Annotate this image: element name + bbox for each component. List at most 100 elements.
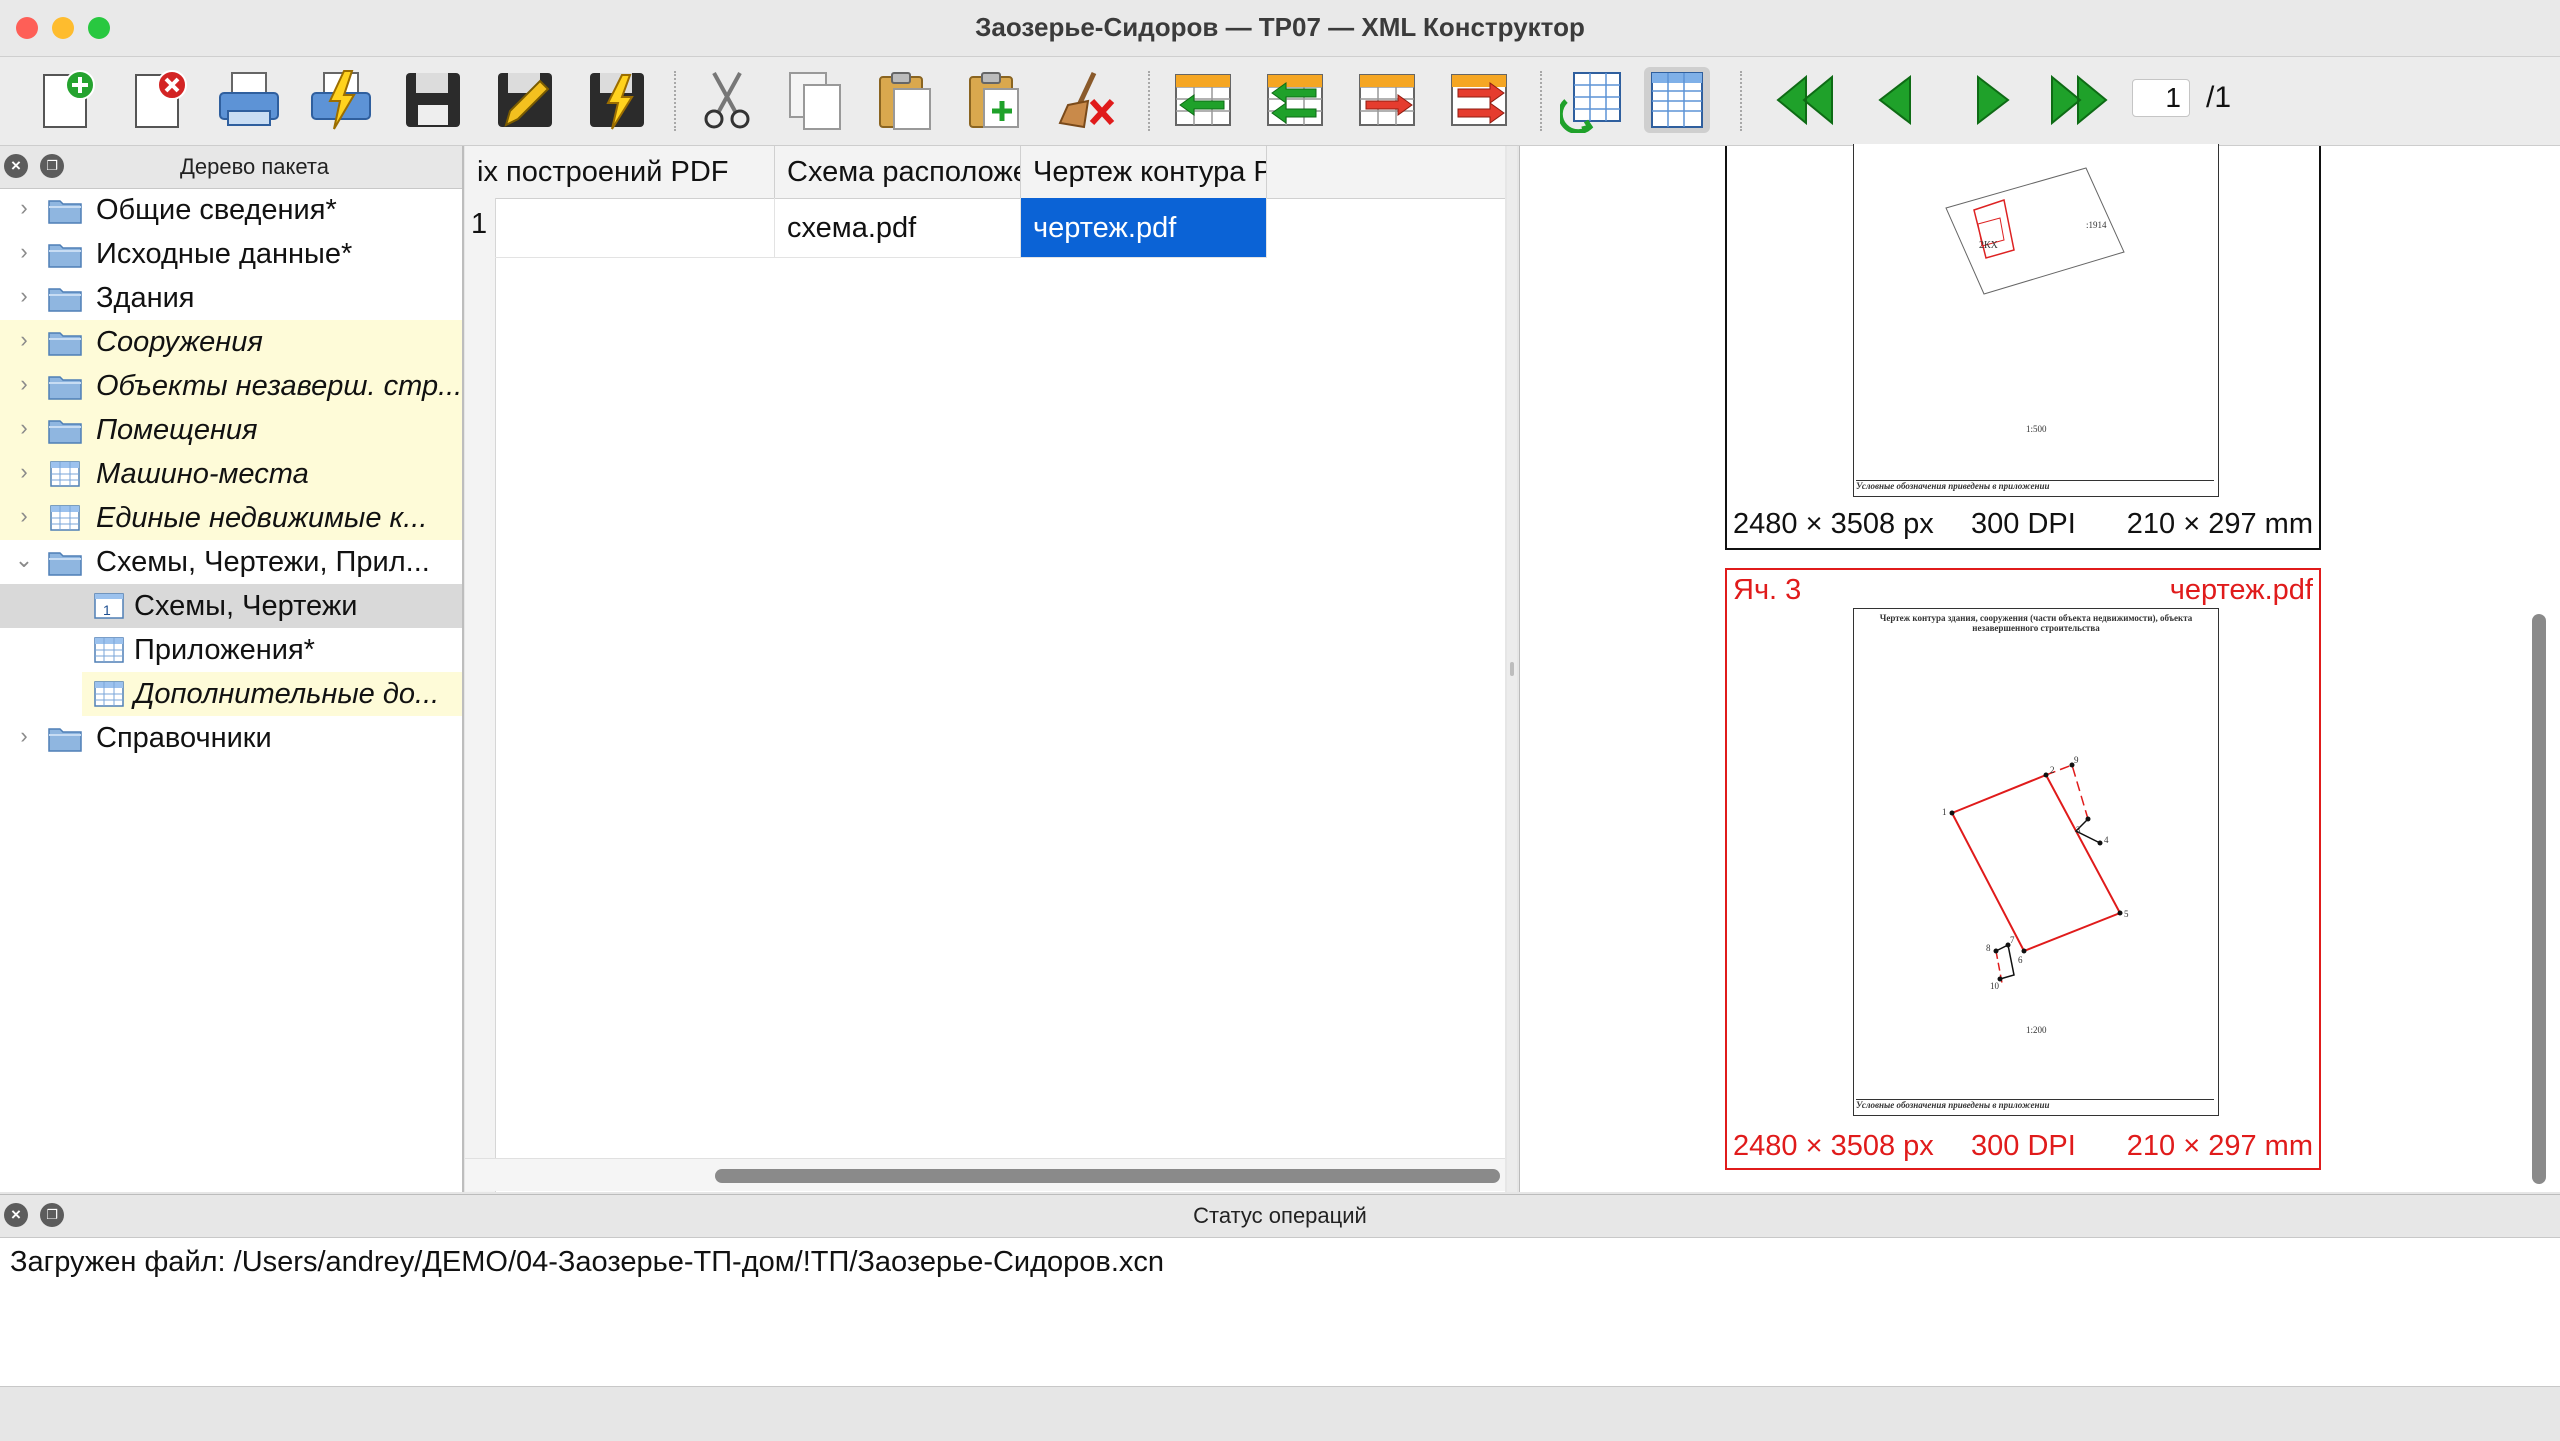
panel-splitter[interactable]: [1507, 146, 1517, 1192]
insert-row-after-button[interactable]: [1262, 67, 1328, 133]
move-row-button[interactable]: [1354, 67, 1420, 133]
svg-text:1: 1: [103, 602, 111, 618]
quick-print-button[interactable]: [308, 67, 374, 133]
table-view-button[interactable]: [1644, 67, 1710, 133]
cell-label: Яч. 3: [1733, 574, 1802, 606]
right-arrow-icon: [1977, 74, 2010, 126]
column-header-contour-drawing-pdf[interactable]: Чертеж контура PDF: [1021, 146, 1267, 198]
print-button[interactable]: [216, 67, 282, 133]
chevron-right-icon[interactable]: ›: [12, 724, 36, 748]
tree-item[interactable]: › Единые недвижимые к...: [0, 496, 462, 540]
tree-item[interactable]: 1 Схемы, Чертежи: [0, 584, 462, 628]
horizontal-scrollbar[interactable]: [465, 1158, 1505, 1191]
tree-item[interactable]: › Сооружения: [0, 320, 462, 364]
tree-item[interactable]: Дополнительные до...: [82, 672, 462, 716]
first-page-button[interactable]: [1772, 67, 1838, 133]
table-cell[interactable]: [495, 198, 775, 258]
new-document-icon: [43, 70, 95, 128]
folder-icon: [48, 724, 82, 752]
tree-item[interactable]: › Помещения: [0, 408, 462, 452]
scheme-size-mm: 210 × 297 mm: [2126, 508, 2313, 540]
save-as-button[interactable]: [492, 67, 558, 133]
table-grid-icon: [1651, 72, 1703, 128]
floppy-lightning-icon: [590, 73, 644, 130]
folder-icon: [48, 240, 82, 268]
numbered-table-icon: 1: [92, 592, 126, 620]
chevron-right-icon[interactable]: ›: [12, 196, 36, 220]
toolbar-separator: [674, 71, 678, 131]
table-cell[interactable]: схема.pdf: [775, 198, 1021, 258]
point-label: 5: [2124, 909, 2129, 919]
tree-item-label: Схемы, Чертежи: [134, 590, 358, 622]
window-title: Заозерье-Сидоров — ТР07 — XML Конструкто…: [975, 12, 1585, 42]
folder-icon: [48, 196, 82, 224]
insert-row-before-button[interactable]: [1170, 67, 1236, 133]
double-right-arrow-icon: [2051, 74, 2108, 126]
refresh-table-button[interactable]: [1560, 67, 1626, 133]
column-header-constructions-pdf[interactable]: іх построений PDF: [465, 146, 775, 198]
chevron-right-icon[interactable]: ›: [12, 240, 36, 264]
table-cell-selected[interactable]: чертеж.pdf: [1021, 198, 1267, 258]
delete-row-button[interactable]: [1446, 67, 1512, 133]
drawing-size-px: 2480 × 3508 px: [1733, 1130, 1934, 1162]
chevron-right-icon[interactable]: ›: [12, 372, 36, 396]
printer-icon: [219, 72, 279, 126]
float-panel-icon[interactable]: ❐: [40, 154, 64, 178]
cut-button[interactable]: [694, 67, 760, 133]
tree-item[interactable]: › Общие сведения*: [0, 188, 462, 232]
tree-item[interactable]: ⌄ Схемы, Чертежи, Прил...: [0, 540, 462, 584]
table-icon: [92, 636, 126, 664]
file-label: чертеж.pdf: [2169, 574, 2313, 606]
tree-item[interactable]: › Исходные данные*: [0, 232, 462, 276]
status-message: Загружен файл: /Users/andrey/ДЕМО/04-Зао…: [10, 1246, 1165, 1278]
table-icon: [48, 504, 82, 532]
package-tree-panel: × ❐ Дерево пакета › Общие сведения* › Исход…: [0, 146, 464, 1192]
point-label: 3: [2076, 825, 2081, 835]
page-number-input[interactable]: 1: [2132, 79, 2190, 117]
horizontal-scrollbar-thumb[interactable]: [715, 1169, 1500, 1183]
tree-item[interactable]: › Объекты незаверш. стр...: [0, 364, 462, 408]
row-number[interactable]: 1: [471, 208, 487, 241]
chevron-right-icon[interactable]: ›: [12, 416, 36, 440]
tree-item[interactable]: Приложения*: [0, 628, 462, 672]
last-page-button[interactable]: [2046, 67, 2112, 133]
chevron-right-icon[interactable]: ›: [12, 284, 36, 308]
tree-item-label: Исходные данные*: [96, 238, 353, 270]
status-header: × ❐ Статус операций: [0, 1194, 2560, 1238]
folder-icon: [48, 328, 82, 356]
table-icon: [48, 460, 82, 488]
chevron-right-icon[interactable]: ›: [12, 328, 36, 352]
copy-button[interactable]: [782, 67, 848, 133]
tree-item[interactable]: › Справочники: [0, 716, 462, 760]
status-title: Статус операций: [1193, 1203, 1367, 1228]
tree-item-label: Единые недвижимые к...: [96, 502, 428, 534]
preview-card-drawing-selected[interactable]: Яч. 3 чертеж.pdf Чертеж контура здания, …: [1725, 568, 2321, 1170]
chevron-right-icon[interactable]: ›: [12, 460, 36, 484]
next-page-button[interactable]: [1958, 67, 2024, 133]
chevron-down-icon[interactable]: ⌄: [12, 548, 36, 572]
prev-page-button[interactable]: [1864, 67, 1930, 133]
paste-add-button[interactable]: [962, 67, 1028, 133]
package-tree-header: × ❐ Дерево пакета: [0, 146, 462, 189]
double-left-arrow-icon: [1776, 74, 1833, 126]
save-quick-button[interactable]: [584, 67, 650, 133]
save-button[interactable]: [400, 67, 466, 133]
point-label: 9: [2074, 755, 2079, 765]
preview-card-scheme[interactable]: 2КХ :1914 1:500 Условные обозначения при…: [1725, 144, 2321, 550]
tree-item[interactable]: › Машино-места: [0, 452, 462, 496]
new-file-button[interactable]: [34, 67, 100, 133]
tree-item[interactable]: › Здания: [0, 276, 462, 320]
splitter-handle[interactable]: [1510, 662, 1514, 676]
close-file-button[interactable]: [126, 67, 192, 133]
scheme-dpi: 300 DPI: [1971, 508, 2076, 540]
drawing-size-mm: 210 × 297 mm: [2126, 1130, 2313, 1162]
paste-button[interactable]: [872, 67, 938, 133]
chevron-right-icon[interactable]: ›: [12, 504, 36, 528]
vertical-scrollbar-thumb[interactable]: [2532, 614, 2546, 1184]
column-header-location-scheme-pdf[interactable]: Схема расположения PDF: [775, 146, 1021, 198]
move-row-right-icon: [1359, 74, 1415, 126]
status-bar: [0, 1386, 2560, 1441]
clear-button[interactable]: [1054, 67, 1120, 133]
drawing-dpi: 300 DPI: [1971, 1130, 2076, 1162]
close-panel-icon[interactable]: ×: [4, 154, 28, 178]
